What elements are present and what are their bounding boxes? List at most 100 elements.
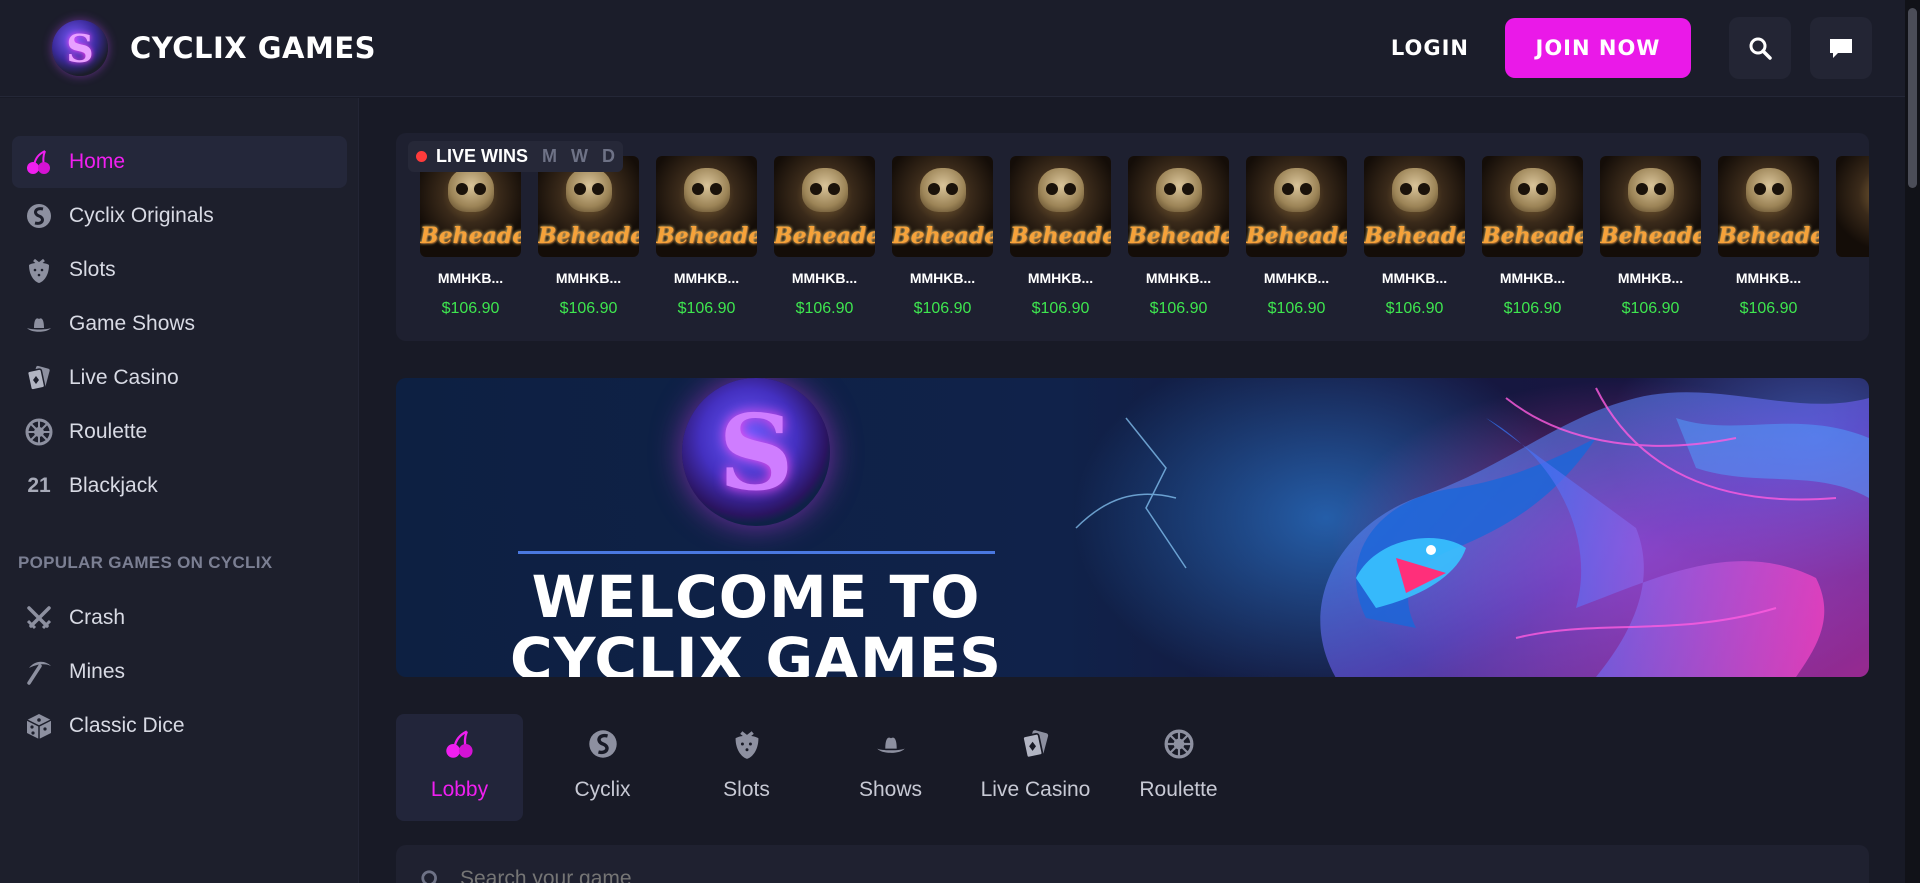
cowboy-hat-icon: [873, 726, 909, 762]
skull-icon: [448, 168, 494, 212]
live-win-card[interactable]: Beheaded MMHKB... $106.90: [408, 156, 526, 317]
sidebar-item-label: Roulette: [69, 420, 148, 443]
game-search-bar[interactable]: [396, 845, 1869, 883]
search-button[interactable]: [1729, 17, 1791, 79]
banner-logo-letter: S: [718, 390, 794, 514]
game-thumbnail[interactable]: Beheaded: [656, 156, 757, 257]
join-now-button[interactable]: JOIN NOW: [1505, 18, 1691, 78]
sidebar-item-label: Game Shows: [69, 312, 196, 335]
brand-name[interactable]: CYCLIX GAMES: [130, 31, 376, 65]
sidebar-item-slots[interactable]: Slots: [12, 244, 347, 296]
tab-month[interactable]: M: [542, 146, 557, 167]
winner-username: MMHKB...: [1263, 270, 1330, 286]
win-amount: $106.90: [441, 300, 500, 317]
blackjack-21-icon: 21: [27, 474, 51, 497]
live-win-card[interactable]: Beheaded MMHKB... $106.90: [1588, 156, 1706, 317]
game-title: Beheaded: [1010, 223, 1111, 249]
live-wins-header: LIVE WINS M W D: [408, 141, 624, 172]
search-icon: [1749, 37, 1772, 60]
game-thumbnail[interactable]: Beheaded: [1482, 156, 1583, 257]
tab-week[interactable]: W: [571, 146, 588, 167]
sidebar-item-live-casino[interactable]: Live Casino: [12, 352, 347, 404]
skull-icon: [1628, 168, 1674, 212]
live-wins-title: LIVE WINS: [436, 146, 529, 166]
game-title: Beheaded: [892, 223, 993, 249]
live-win-card[interactable]: Beheaded MMHKB... $106.90: [526, 156, 644, 317]
game-thumbnail[interactable]: Beheaded: [774, 156, 875, 257]
live-win-card[interactable]: Beheaded MMHKB... $106.90: [880, 156, 998, 317]
game-title: Beheaded: [1364, 223, 1465, 249]
winner-username: MMHKB...: [1499, 270, 1566, 286]
tab-label: Roulette: [1139, 778, 1218, 801]
dragon-illustration-icon: [1075, 387, 1869, 677]
skull-icon: [1746, 168, 1792, 212]
game-title: Beheaded: [1128, 223, 1229, 249]
welcome-banner[interactable]: S WELCOME TO CYCLIX GAMES: [396, 378, 1869, 677]
page-scrollbar[interactable]: [1905, 0, 1920, 883]
game-title: Beheaded: [774, 223, 875, 249]
scrollbar-thumb[interactable]: [1908, 8, 1917, 188]
cards-icon: [24, 363, 54, 393]
live-win-card[interactable]: Beheaded MMHKB... $106.90: [998, 156, 1116, 317]
win-amount: $106.90: [1031, 300, 1090, 317]
live-win-card[interactable]: Beheaded MMHKB... $106.90: [1470, 156, 1588, 317]
live-win-card[interactable]: Beheaded MMHKB... $106.90: [1352, 156, 1470, 317]
live-win-card[interactable]: Beheaded MMHKB... $106.90: [762, 156, 880, 317]
tab-cyclix[interactable]: Cyclix: [539, 714, 666, 821]
game-thumbnail[interactable]: [1836, 156, 1869, 257]
sidebar-item-cyclix-originals[interactable]: Cyclix Originals: [12, 190, 347, 242]
chat-button[interactable]: [1810, 17, 1872, 79]
win-amount: $106.90: [1621, 300, 1680, 317]
tab-label: Shows: [858, 778, 923, 801]
search-input[interactable]: [460, 867, 1060, 883]
sidebar-item-classic-dice[interactable]: Classic Dice: [12, 700, 347, 752]
logo-letter: S: [66, 25, 94, 71]
winner-username: MMHKB...: [909, 270, 976, 286]
skull-icon: [566, 168, 612, 212]
search-icon: [421, 870, 437, 883]
tab-live-casino[interactable]: Live Casino: [972, 714, 1099, 821]
live-win-card[interactable]: Beheaded MMHKB... $106.90: [1706, 156, 1824, 317]
sidebar-item-label: Home: [69, 150, 126, 173]
sidebar-item-game-shows[interactable]: Game Shows: [12, 298, 347, 350]
game-thumbnail[interactable]: Beheaded: [1718, 156, 1819, 257]
game-thumbnail[interactable]: Beheaded: [1364, 156, 1465, 257]
sidebar-item-crash[interactable]: Crash: [12, 592, 347, 644]
sidebar-item-home[interactable]: Home: [12, 136, 347, 188]
dragon-logo-icon[interactable]: S: [52, 20, 108, 76]
game-title: Beheaded: [1246, 223, 1347, 249]
login-button[interactable]: LOGIN: [1391, 36, 1469, 60]
win-amount: $106.90: [1149, 300, 1208, 317]
tab-lobby[interactable]: Lobby: [396, 714, 523, 821]
live-win-card[interactable]: Beheaded MMHKB... $106.90: [644, 156, 762, 317]
game-thumbnail[interactable]: Beheaded: [1128, 156, 1229, 257]
live-win-card[interactable]: Beheaded MMHKB... $106.90: [1116, 156, 1234, 317]
roulette-icon: [1161, 726, 1197, 762]
game-thumbnail[interactable]: Beheaded: [892, 156, 993, 257]
strawberry-icon: [24, 255, 54, 285]
tab-day[interactable]: D: [602, 146, 615, 167]
game-thumbnail[interactable]: Beheaded: [1600, 156, 1701, 257]
game-thumbnail[interactable]: Beheaded: [1010, 156, 1111, 257]
crossed-swords-icon: [24, 603, 54, 633]
game-title: Beheaded: [1718, 223, 1819, 249]
game-thumbnail[interactable]: Beheaded: [1246, 156, 1347, 257]
dragon-logo-icon: S: [682, 378, 830, 526]
tab-slots[interactable]: Slots: [683, 714, 810, 821]
game-title: Beheaded: [1482, 223, 1583, 249]
live-wins-panel: LIVE WINS M W D BeheadedMMHKB...$106.90B…: [396, 133, 1869, 341]
brand[interactable]: S CYCLIX GAMES: [52, 20, 376, 76]
sidebar-item-roulette[interactable]: Roulette: [12, 406, 347, 458]
tab-roulette[interactable]: Roulette: [1115, 714, 1242, 821]
tab-shows[interactable]: Shows: [827, 714, 954, 821]
sidebar-item-label: Cyclix Originals: [69, 204, 214, 227]
live-win-card[interactable]: Beheaded MMHKB... $106.90: [1234, 156, 1352, 317]
winner-username: MMHKB...: [555, 270, 622, 286]
win-amount: $106.90: [795, 300, 854, 317]
banner-title: WELCOME TO CYCLIX GAMES: [496, 566, 1016, 677]
sidebar-item-blackjack[interactable]: 21 Blackjack: [12, 460, 347, 512]
skull-icon: [1156, 168, 1202, 212]
skull-icon: [802, 168, 848, 212]
skull-icon: [1392, 168, 1438, 212]
sidebar-item-mines[interactable]: Mines: [12, 646, 347, 698]
